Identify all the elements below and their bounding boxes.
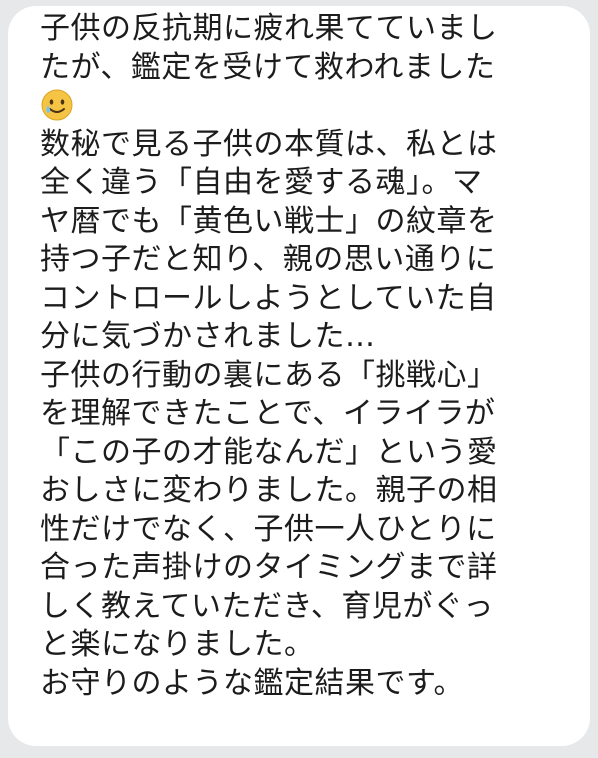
message-line: 「この子の才能なんだ」という愛 (40, 434, 498, 470)
message-text: 子供の反抗期に疲れ果てていまし たが、鑑定を受けて救われました 数秘で見る子供の… (40, 10, 580, 703)
message-line: おしさに変わりました。親子の相 (40, 473, 498, 508)
message-line: 数秘で見る子供の本質は、私とは (40, 126, 498, 162)
smiling-face-with-tear-icon (40, 88, 74, 122)
message-line: たが、鑑定を受けて救われました (40, 49, 496, 85)
message-line: 全く違う「自由を愛する魂」。マ (40, 165, 483, 200)
message-line: を理解できたことで、イライラが (40, 396, 496, 431)
message-line: お守りのような鑑定結果です。 (40, 665, 464, 701)
message-line: 性だけでなく、子供一人ひとりに (40, 511, 497, 547)
message-line: 分に気づかされました… (40, 319, 376, 354)
message-line: 持つ子だと知り、親の思い通りに (40, 242, 497, 277)
message-line: コントロールしようとしていた自 (40, 280, 497, 316)
emoji-line (40, 87, 580, 126)
message-line: 子供の行動の裏にある「挑戦心」 (40, 357, 498, 393)
message-line: 子供の反抗期に疲れ果てていまし (40, 11, 498, 46)
message-line: と楽になりました。 (40, 627, 315, 662)
message-line: ヤ暦でも「黄色い戦士」の紋章を (40, 203, 498, 239)
message-line: しく教えていただき、育児がぐっ (40, 588, 494, 624)
message-line: 合った声掛けのタイミングまで詳 (40, 550, 498, 585)
